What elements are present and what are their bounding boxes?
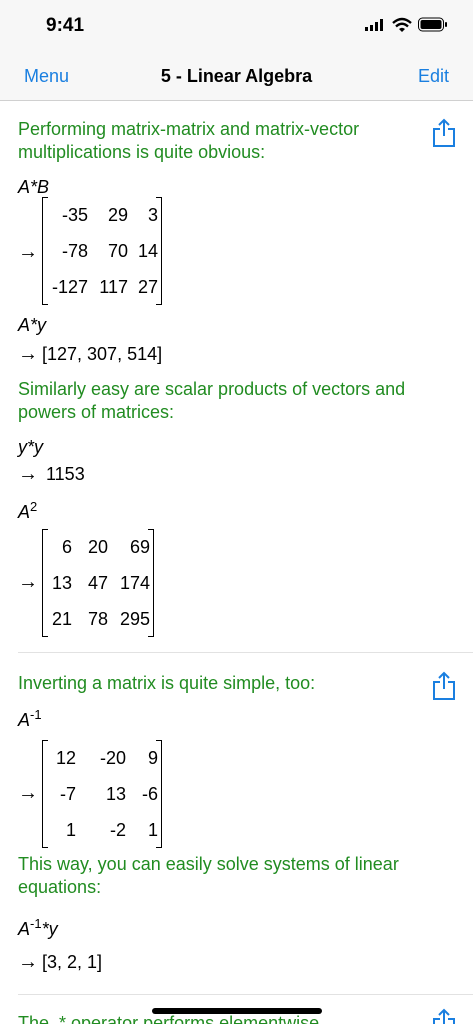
right-bracket [156, 197, 162, 305]
navigation-bar: Menu 5 - Linear Algebra Edit [0, 50, 473, 101]
matrix-cell: 47 [87, 573, 108, 593]
matrix-cell: 78 [87, 609, 108, 629]
result-arrow: → [18, 951, 38, 973]
share-icon[interactable] [432, 1008, 456, 1024]
vector-result-2: [3, 2, 1] [42, 952, 103, 972]
right-bracket [148, 529, 154, 637]
section2-text: Inverting a matrix is quite simple, too: [18, 673, 316, 693]
expr-exponent: 2 [30, 499, 38, 514]
share-icon[interactable] [432, 118, 456, 148]
matrix-cell: -35 [61, 205, 88, 225]
matrix-cell: 13 [105, 784, 126, 804]
edit-button[interactable]: Edit [418, 66, 449, 87]
right-bracket [156, 740, 162, 848]
expr-a-times-b: A*B [18, 177, 50, 197]
signal-icon [365, 19, 383, 31]
expr-y-times-y: y*y [18, 437, 44, 457]
expr-exponent: -1 [30, 707, 42, 722]
result-arrow: → [18, 241, 38, 263]
matrix-cell: -127 [51, 277, 88, 297]
content-area[interactable]: Performing matrix-matrix and matrix-vect… [0, 101, 473, 1024]
section1-text2: Similarly easy are scalar products of ve… [18, 379, 406, 422]
expr-base: A [18, 502, 31, 522]
status-bar: 9:41 [0, 0, 473, 50]
wifi-icon [392, 17, 412, 32]
matrix-cell: -2 [109, 820, 126, 840]
expr-tail: *y [41, 919, 58, 939]
left-bracket [42, 197, 48, 305]
matrix-cell: 70 [107, 241, 128, 261]
matrix-cell: -78 [61, 241, 88, 261]
matrix-cell: -20 [99, 748, 126, 768]
expr-a-inverse-times-y: A-1*y [18, 916, 58, 940]
result-arrow: → [18, 571, 38, 593]
matrix-cell: 29 [107, 205, 128, 225]
result-arrow: → [18, 463, 38, 485]
expr-base: A [18, 710, 31, 730]
section1-text: Performing matrix-matrix and matrix-vect… [18, 119, 360, 162]
section2-text2: This way, you can easily solve systems o… [18, 854, 399, 897]
matrix-cell: 20 [87, 537, 108, 557]
status-time: 9:41 [46, 15, 85, 36]
section-divider [18, 994, 473, 995]
battery-icon [418, 17, 447, 32]
matrix-result-1: -35 29 3 -78 70 14 -127 117 27 [42, 197, 162, 305]
matrix-cell: 117 [99, 277, 128, 297]
home-indicator[interactable] [152, 1008, 322, 1014]
expr-base: A [18, 919, 31, 939]
expr-a-inverse: A-1 [18, 707, 42, 731]
share-icon[interactable] [432, 671, 456, 701]
expr-a-times-y: A*y [18, 315, 47, 335]
expr-a-squared: A2 [18, 499, 37, 523]
scalar-result: 1153 [46, 464, 85, 484]
matrix-result-3: 12 -20 9 -7 13 -6 1 -2 1 [42, 740, 162, 848]
page-title: 5 - Linear Algebra [160, 66, 313, 86]
result-arrow: → [18, 343, 38, 365]
expr-exponent: -1 [30, 916, 42, 931]
section-divider [18, 652, 473, 653]
result-arrow: → [18, 782, 38, 804]
left-bracket [42, 529, 48, 637]
left-bracket [42, 740, 48, 848]
vector-result-1: [127, 307, 514] [42, 344, 163, 364]
matrix-result-2: 6 20 69 13 47 174 21 78 295 [42, 529, 154, 637]
